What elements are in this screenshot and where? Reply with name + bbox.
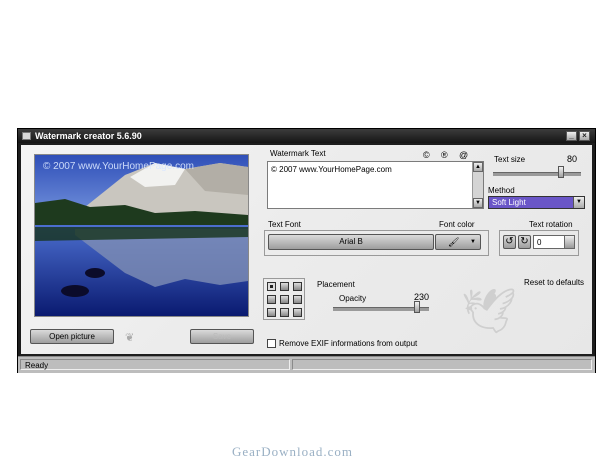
at-insert-button[interactable]: @: [459, 150, 468, 160]
main-panel: © 2007 www.YourHomePage.com Open picture…: [21, 145, 592, 354]
paint-bucket-icon: 🖌: [448, 237, 460, 247]
method-label: Method: [488, 186, 515, 195]
watermark-text-label: Watermark Text: [270, 149, 326, 158]
text-size-value: 80: [567, 154, 578, 164]
title-bar[interactable]: Watermark creator 5.6.90 _ ×: [18, 129, 595, 143]
scroll-down-arrow-icon[interactable]: ▼: [473, 198, 483, 208]
placement-top-left[interactable]: [267, 282, 276, 291]
placement-bottom-center[interactable]: [280, 308, 289, 317]
remove-exif-checkbox[interactable]: [267, 339, 276, 348]
opacity-label: Opacity: [339, 294, 367, 303]
placement-bottom-right[interactable]: [293, 308, 302, 317]
placement-label: Placement: [317, 280, 355, 289]
opacity-slider-thumb[interactable]: [414, 301, 420, 313]
copyright-insert-button[interactable]: ©: [423, 150, 430, 160]
watermark-text-input[interactable]: © 2007 www.YourHomePage.com ▲ ▼: [267, 161, 484, 209]
watermark-text-scrollbar[interactable]: ▲ ▼: [472, 162, 483, 208]
rotation-slider-thumb[interactable]: [564, 236, 574, 248]
watermark-text-value: © 2007 www.YourHomePage.com: [271, 165, 392, 174]
text-size-slider-thumb[interactable]: [558, 166, 564, 178]
font-color-label: Font color: [439, 220, 475, 229]
image-preview[interactable]: © 2007 www.YourHomePage.com: [34, 154, 249, 317]
method-select-value: Soft Light: [492, 198, 526, 207]
text-font-button[interactable]: Arial B: [268, 234, 434, 250]
method-select[interactable]: Soft Light ▼: [488, 196, 585, 209]
text-rotation-label: Text rotation: [529, 220, 573, 229]
status-bar: Ready: [18, 356, 595, 373]
rotate-left-icon[interactable]: ↺: [503, 235, 516, 249]
landscape-photo: [35, 155, 248, 316]
text-rotation-value: 0: [537, 238, 542, 247]
window-title: Watermark creator 5.6.90: [35, 131, 142, 141]
text-size-label: Text size: [494, 155, 526, 164]
text-font-label: Text Font: [268, 220, 301, 229]
leaf-icon: ❦: [125, 332, 135, 344]
status-segment-main: Ready: [20, 359, 290, 370]
close-button[interactable]: ×: [579, 131, 590, 141]
pegasus-logo-icon: 🕊: [461, 287, 517, 336]
text-size-slider-track[interactable]: [493, 172, 581, 176]
footer-site-logo: GearDownload.com: [232, 444, 354, 459]
placement-middle-right[interactable]: [293, 295, 302, 304]
status-segment-secondary: [292, 359, 592, 370]
chevron-down-icon: ▼: [470, 239, 476, 245]
scroll-up-arrow-icon[interactable]: ▲: [473, 162, 483, 172]
status-text: Ready: [25, 361, 49, 370]
open-picture-button[interactable]: Open picture: [30, 329, 114, 344]
placement-middle-left[interactable]: [267, 295, 276, 304]
text-rotation-input[interactable]: 0: [533, 235, 575, 249]
placement-bottom-left[interactable]: [267, 308, 276, 317]
placement-grid: [263, 278, 305, 320]
registered-insert-button[interactable]: ®: [441, 150, 448, 160]
rotate-right-icon[interactable]: ↻: [518, 235, 531, 249]
remove-exif-label: Remove EXIF informations from output: [279, 339, 418, 348]
placement-top-center[interactable]: [280, 282, 289, 291]
placement-center[interactable]: [280, 295, 289, 304]
font-color-button[interactable]: 🖌 ▼: [435, 234, 481, 250]
minimize-button[interactable]: _: [566, 131, 577, 141]
app-icon: [22, 132, 31, 140]
save-picture-button[interactable]: Save: [190, 329, 254, 344]
reset-defaults-link[interactable]: Reset to defaults: [524, 278, 584, 287]
chevron-down-icon[interactable]: ▼: [573, 197, 584, 208]
photo-watermark-text: © 2007 www.YourHomePage.com: [43, 161, 194, 172]
placement-top-right[interactable]: [293, 282, 302, 291]
app-window: Watermark creator 5.6.90 _ × © 2007 www.…: [17, 128, 596, 373]
